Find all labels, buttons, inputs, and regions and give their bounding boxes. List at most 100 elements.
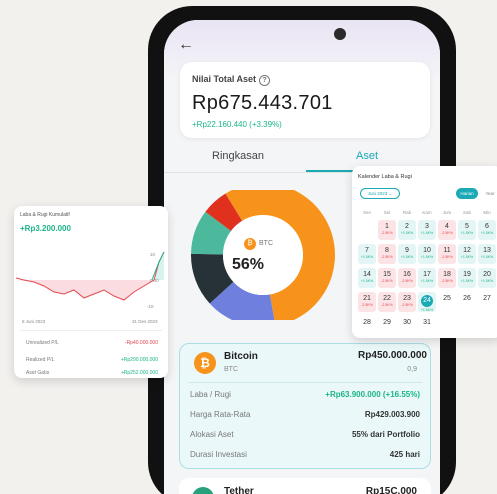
calendar-day-cell[interactable]: 20 +1.5K% [478,268,496,288]
calendar-day-pl: -2.5K% [441,231,453,235]
pl-row-label: Aset Gabs [26,370,50,376]
calendar-dow: Jum [442,210,452,215]
pl-axis-bottom: -10 [147,304,154,309]
coin-row-pl: Laba / Rugi +Rp63.900.000 (+16.55%) [190,390,420,399]
calendar-day-number: 26 [463,295,471,302]
calendar-day-pl: -2.5K% [381,279,393,283]
calendar-day-cell[interactable]: 28 [358,316,376,336]
tab-ringkasan[interactable]: Ringkasan [212,150,264,162]
calendar-day-cell[interactable]: 11 -2.5K% [438,244,456,264]
donut-center-coin: ₿ BTC [244,238,273,250]
calendar-day-cell[interactable]: 5 +1.5K% [458,220,476,240]
total-asset-card: Nilai Total Aset? Rp675.443.701 +Rp22.16… [180,62,430,138]
calendar-day-number: 18 [443,271,451,278]
calendar-day-pl: -2.5K% [361,303,373,307]
calendar-day-cell[interactable]: 7 +1.5K% [358,244,376,264]
pl-axis-top: 10 [150,252,156,257]
calendar-day-cell[interactable]: 4 -2.5K% [438,220,456,240]
coin-row-duration: Durasi Investasi 425 hari [190,450,420,459]
total-asset-change: +Rp22.160.440 (+3.39%) [192,120,282,129]
calendar-day-cell[interactable]: 25 [438,292,456,312]
calendar-day-number: 27 [483,295,491,302]
calendar-day-pl: +1.5K% [420,308,434,312]
pl-value: +Rp3.200.000 [20,224,71,233]
camera-notch [334,28,346,40]
calendar-day-cell[interactable]: 2 +1.5K% [398,220,416,240]
coin-row-label: Durasi Investasi [190,450,247,459]
calendar-month-select[interactable]: Juni 2023 ⌄ [360,188,400,199]
calendar-dow: Sen [362,210,371,215]
calendar-day-cell[interactable]: 1 -2.5K% [378,220,396,240]
donut-center-percent: 56% [232,256,265,273]
coin-row-allocation: Alokasi Aset 55% dari Portfolio [190,430,420,439]
calendar-day-number: 13 [483,247,491,254]
calendar-day-cell[interactable]: 26 [458,292,476,312]
calendar-day-pl: +1.5K% [360,279,374,283]
calendar-day-pl: -2.5K% [441,255,453,259]
calendar-day-number: 11 [443,247,451,254]
pl-date-start: 8 Juni 2023 [22,319,46,324]
calendar-day-cell[interactable]: 21 -2.5K% [358,292,376,312]
coin-name: Bitcoin [224,351,258,362]
total-asset-value: Rp675.443.701 [192,92,333,114]
calendar-day-cell[interactable]: 22 -2.5K% [378,292,396,312]
calendar-day-cell[interactable]: 12 +1.5K% [458,244,476,264]
calendar-dow: Min [483,210,491,215]
calendar-day-pl: -2.5K% [381,231,393,235]
calendar-day-cell[interactable]: 16 -2.5K% [398,268,416,288]
calendar-day-cell[interactable]: 30 [398,316,416,336]
calendar-day-number: 10 [423,247,431,254]
calendar-day-pl: -2.5K% [381,303,393,307]
coin-row-value: +Rp63.900.000 (+16.55%) [325,390,420,399]
calendar-day-cell[interactable]: 31 [418,316,436,336]
bitcoin-icon: ₿ [244,238,256,250]
calendar-day-number: 8 [385,247,389,254]
calendar-day-pl: +1.5K% [480,255,494,259]
calendar-day-pl: -2.5K% [381,255,393,259]
calendar-day-pl: -2.5K% [401,303,413,307]
question-circle-icon[interactable]: ? [259,75,271,86]
tab-aset[interactable]: Aset [356,150,378,162]
calendar-day-number: 29 [383,319,391,326]
calendar-dow: Sab [462,210,471,215]
calendar-day-cell[interactable]: 14 +1.5K% [358,268,376,288]
calendar-day-cell[interactable]: 18 -2.5K% [438,268,456,288]
calendar-day-number: 9 [405,247,409,254]
coin-row-label: Harga Rata-Rata [190,410,251,419]
calendar-month-label: Juni 2023 [367,191,388,196]
calendar-day-cell[interactable]: 23 -2.5K% [398,292,416,312]
back-arrow-icon[interactable]: ← [178,36,194,54]
calendar-day-cell[interactable]: 3 +1.5K% [418,220,436,240]
calendar-day-cell[interactable]: 15 -2.5K% [378,268,396,288]
calendar-dow: Rab [402,210,412,215]
calendar-day-number: 4 [445,223,449,230]
coin-row-avg-price: Harga Rata-Rata Rp429.003.900 [190,410,420,419]
calendar-day-cell[interactable]: 29 [378,316,396,336]
calendar-day-number: 7 [365,247,369,254]
calendar-day-cell[interactable]: 13 +1.5K% [478,244,496,264]
calendar-day-cell[interactable]: 6 +1.5K% [478,220,496,240]
calendar-day-number: 5 [465,223,469,230]
calendar-day-pl: +1.5K% [420,255,434,259]
calendar-day-pl: +1.5K% [460,279,474,283]
calendar-day-number: 22 [383,295,391,302]
calendar-yearly-toggle[interactable]: Year [480,188,497,199]
pl-row-realized: Realized P/L +Rp290.000.000 [26,357,158,363]
calendar-day-cell[interactable]: 24 +1.5K% [418,292,436,312]
calendar-day-number: 20 [483,271,491,278]
calendar-day-cell[interactable]: 9 +1.5K% [398,244,416,264]
calendar-day-number: 12 [463,247,471,254]
calendar-day-pl: +1.5K% [460,231,474,235]
calendar-day-number: 15 [383,271,391,278]
calendar-day-cell[interactable]: 17 +1.5K% [418,268,436,288]
calendar-day-number: 21 [363,295,371,302]
calendar-day-cell[interactable]: 27 [478,292,496,312]
calendar-day-pl: +1.5K% [480,231,494,235]
bitcoin-icon: ₿ [194,352,216,374]
calendar-day-pl: +1.5K% [360,255,374,259]
calendar-day-cell[interactable]: 19 +1.5K% [458,268,476,288]
calendar-daily-toggle[interactable]: Harian [456,188,478,199]
calendar-day-number: 14 [363,271,371,278]
calendar-day-cell[interactable]: 8 -2.5K% [378,244,396,264]
calendar-day-cell[interactable]: 10 +1.5K% [418,244,436,264]
